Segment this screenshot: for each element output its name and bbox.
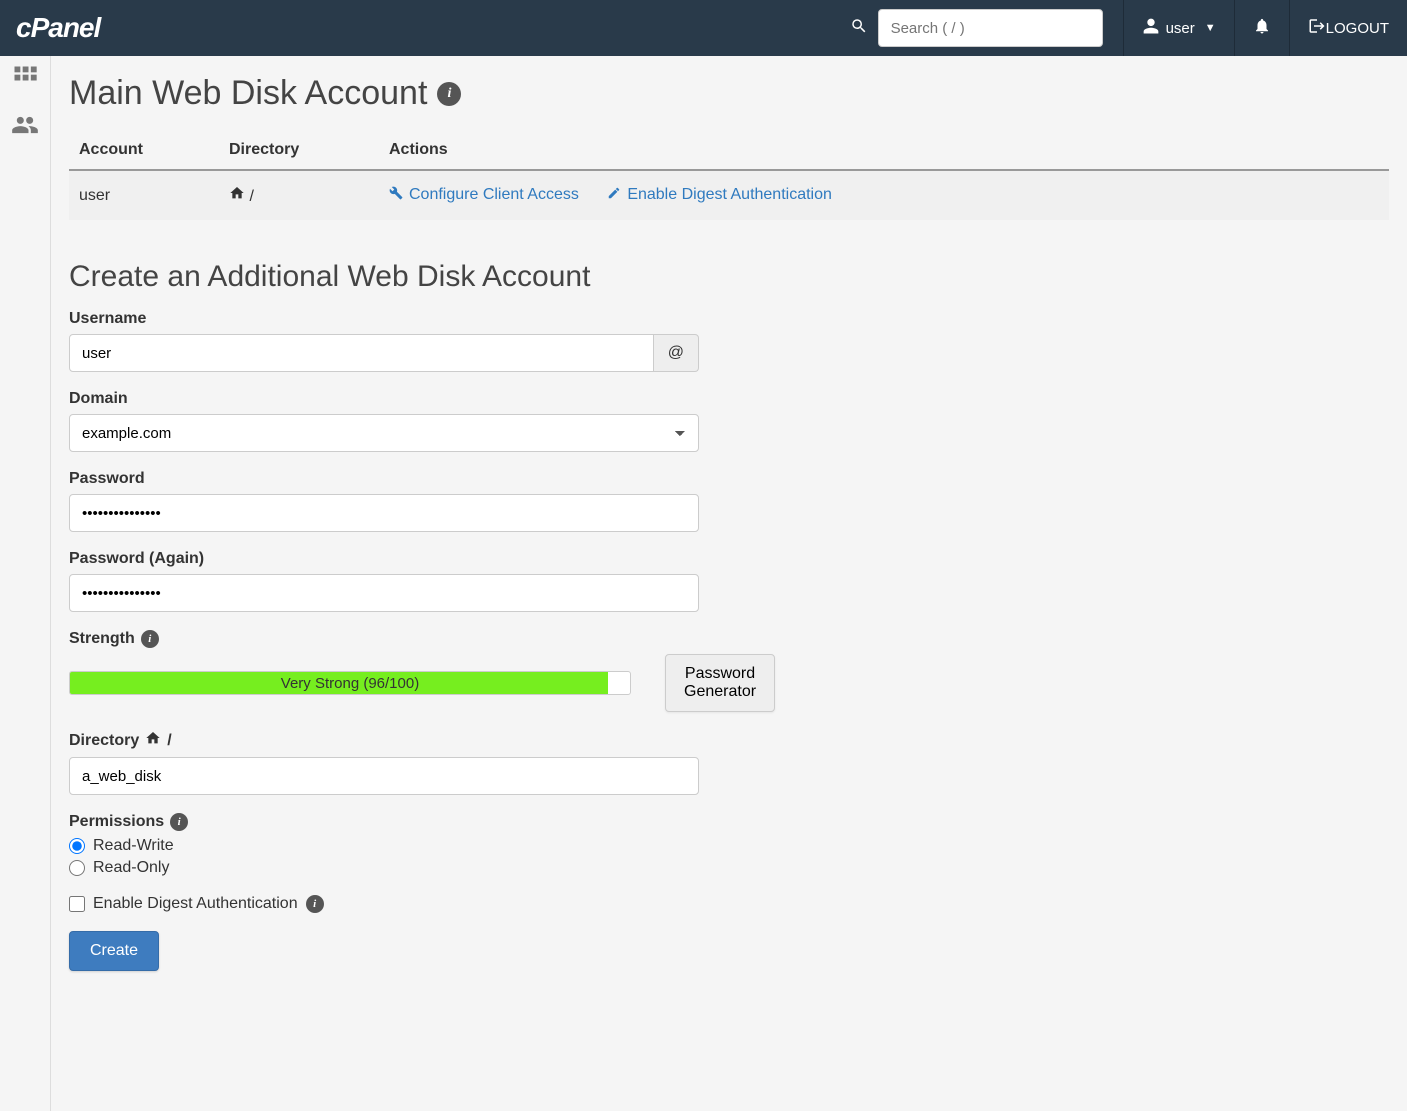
username-input[interactable] — [69, 334, 654, 372]
username-label: Username — [69, 310, 699, 328]
strength-meter: Very Strong (96/100) — [69, 671, 631, 695]
search-input[interactable] — [878, 9, 1103, 47]
directory-label: Directory / — [69, 730, 699, 751]
nav-search[interactable] — [830, 9, 1123, 47]
enable-digest-label: Enable Digest Authentication — [93, 895, 298, 913]
password-input[interactable] — [69, 494, 699, 532]
strength-label-text: Strength — [69, 630, 135, 648]
digest-label: Enable Digest Authentication — [627, 186, 832, 204]
info-icon[interactable]: i — [306, 895, 324, 913]
strength-text: Very Strong (96/100) — [70, 672, 630, 694]
enable-digest-option[interactable]: Enable Digest Authentication i — [69, 895, 699, 913]
permissions-label: Permissions i — [69, 813, 699, 831]
info-icon[interactable]: i — [437, 82, 461, 106]
enable-digest-link[interactable]: Enable Digest Authentication — [607, 186, 832, 204]
logout-label: LOGOUT — [1326, 20, 1389, 37]
col-account: Account — [69, 131, 219, 170]
grid-icon — [11, 63, 39, 98]
create-button[interactable]: Create — [69, 931, 159, 971]
user-menu-label: user — [1166, 20, 1195, 37]
home-icon — [229, 188, 249, 205]
caret-down-icon: ▼ — [1205, 22, 1216, 34]
permissions-label-text: Permissions — [69, 813, 164, 831]
domain-select[interactable]: example.com — [69, 414, 699, 452]
logout-button[interactable]: LOGOUT — [1289, 0, 1407, 56]
navbar: cPanel user ▼ LOGOUT — [0, 0, 1407, 56]
perm-rw-label: Read-Write — [93, 837, 174, 855]
directory-cell: / — [219, 170, 379, 220]
directory-prefix: / — [167, 732, 171, 750]
cpanel-logo[interactable]: cPanel — [16, 12, 100, 44]
password-again-label: Password (Again) — [69, 550, 699, 568]
info-icon[interactable]: i — [170, 813, 188, 831]
password-label: Password — [69, 470, 699, 488]
sidebar-item-users[interactable] — [0, 104, 50, 152]
password-generator-button[interactable]: Password Generator — [665, 654, 775, 712]
user-icon — [1142, 17, 1160, 39]
enable-digest-checkbox[interactable] — [69, 896, 85, 912]
perm-ro-label: Read-Only — [93, 859, 169, 877]
page-title-text: Main Web Disk Account — [69, 74, 427, 113]
bell-icon — [1253, 17, 1271, 39]
perm-ro-option[interactable]: Read-Only — [69, 859, 699, 877]
search-icon — [850, 17, 868, 40]
logout-icon — [1308, 17, 1326, 39]
directory-path: / — [249, 188, 253, 205]
actions-cell: Configure Client Access Enable Digest Au… — [379, 170, 1389, 220]
sidebar-item-apps[interactable] — [0, 56, 50, 104]
perm-rw-option[interactable]: Read-Write — [69, 837, 699, 855]
user-menu-button[interactable]: user ▼ — [1123, 0, 1234, 56]
perm-ro-radio[interactable] — [69, 860, 85, 876]
password-again-input[interactable] — [69, 574, 699, 612]
users-icon — [11, 111, 39, 146]
content: Main Web Disk Account i Account Director… — [51, 56, 1407, 1111]
wrench-icon — [389, 186, 403, 203]
home-icon — [145, 730, 161, 751]
notifications-button[interactable] — [1234, 0, 1289, 56]
perm-rw-radio[interactable] — [69, 838, 85, 854]
sidebar — [0, 56, 51, 1111]
logo-text: cPanel — [16, 12, 100, 44]
configure-label: Configure Client Access — [409, 186, 579, 204]
accounts-table: Account Directory Actions user / — [69, 131, 1389, 220]
username-at-addon: @ — [654, 334, 699, 372]
strength-label: Strength i — [69, 630, 699, 648]
account-cell: user — [69, 170, 219, 220]
pencil-icon — [607, 186, 621, 203]
directory-label-text: Directory — [69, 732, 139, 750]
col-directory: Directory — [219, 131, 379, 170]
directory-input[interactable] — [69, 757, 699, 795]
table-row: user / Configure Client Access — [69, 170, 1389, 220]
info-icon[interactable]: i — [141, 630, 159, 648]
configure-client-access-link[interactable]: Configure Client Access — [389, 186, 579, 204]
col-actions: Actions — [379, 131, 1389, 170]
domain-label: Domain — [69, 390, 699, 408]
page-title: Main Web Disk Account i — [69, 74, 1389, 113]
create-section-title: Create an Additional Web Disk Account — [69, 260, 1389, 294]
